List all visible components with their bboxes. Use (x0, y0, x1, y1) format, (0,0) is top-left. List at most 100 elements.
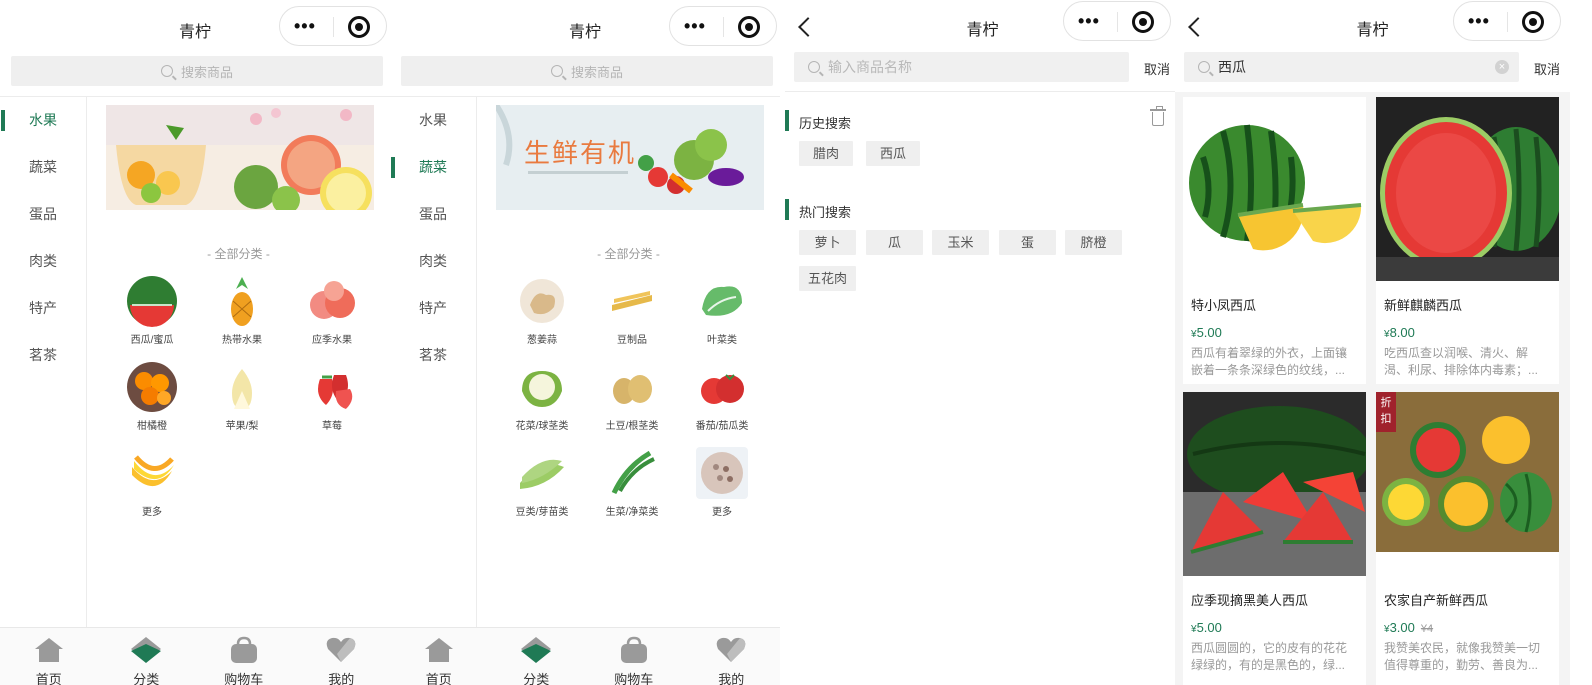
search-input[interactable]: 搜索商品 (11, 56, 383, 86)
category-strawberry[interactable]: 草莓 (287, 361, 377, 432)
product-image (1183, 392, 1366, 576)
sidebar-item-egg[interactable]: 蛋品 (390, 191, 476, 238)
tab-cart[interactable]: 购物车 (195, 628, 293, 685)
search-icon (160, 65, 173, 77)
category-tomato[interactable]: 番茄/茄瓜类 (677, 361, 767, 432)
search-icon (1198, 61, 1210, 73)
results-grid: 特小凤西瓜 ¥5.00 西瓜有着翠绿的外衣，上面镶嵌着一条条深绿色的纹线，...… (1175, 92, 1570, 685)
close-miniprogram-icon[interactable] (1522, 11, 1544, 33)
hot-chip[interactable]: 蛋 (999, 230, 1056, 255)
search-input[interactable]: 搜索商品 (401, 56, 773, 86)
category-watermelon[interactable]: 西瓜/蜜瓜 (107, 275, 197, 346)
menu-capsule[interactable]: ••• (279, 6, 387, 46)
sidebar-item-fruit[interactable]: 水果 (0, 97, 86, 144)
sidebar-item-meat[interactable]: 肉类 (390, 238, 476, 285)
category-potato[interactable]: 土豆/根茎类 (587, 361, 677, 432)
product-card[interactable]: 新鲜麒麟西瓜 ¥8.00 吃西瓜查以润喉、清火、解渴、利尿、排除体内毒素；... (1376, 97, 1559, 384)
close-miniprogram-icon[interactable] (348, 16, 370, 38)
category-tropical[interactable]: 热带水果 (197, 275, 287, 346)
category-more[interactable]: 更多 (677, 447, 767, 518)
category-cauliflower[interactable]: 花菜/球茎类 (497, 361, 587, 432)
category-sidebar: 水果 蔬菜 蛋品 肉类 特产 茗茶 (390, 97, 477, 627)
sidebar-item-specialty[interactable]: 特产 (390, 285, 476, 332)
search-placeholder: 搜索商品 (180, 64, 233, 80)
delete-history-icon[interactable] (1150, 106, 1166, 126)
category-ginger-garlic[interactable]: 葱姜蒜 (497, 275, 587, 346)
tab-category[interactable]: 分类 (488, 628, 586, 685)
category-sidebar: 水果 蔬菜 蛋品 肉类 特产 茗茶 (0, 97, 87, 627)
product-name: 特小凤西瓜 (1191, 298, 1257, 313)
search-input[interactable]: 输入商品名称 (794, 52, 1129, 82)
more-icon[interactable]: ••• (684, 17, 706, 35)
nav-header: 青柠 ••• (785, 0, 1180, 56)
sidebar-item-tea[interactable]: 茗茶 (0, 332, 86, 379)
category-content: 生鲜有机 - 全部分类 - 葱姜蒜 豆制品 叶菜类 花菜/球茎类 土豆/根茎类 … (477, 97, 780, 627)
search-placeholder: 搜索商品 (570, 64, 623, 80)
category-content: - 全部分类 - 西瓜/蜜瓜 热带水果 应季水果 柑橘橙 苹果/梨 草莓 更多 (87, 97, 390, 627)
product-card[interactable]: 应季现摘黑美人西瓜 ¥5.00 西瓜圆圆的，它的皮有的花花绿绿的，有的是黑色的，… (1183, 392, 1366, 685)
cancel-button[interactable]: 取消 (1144, 59, 1170, 78)
tab-home[interactable]: 首页 (390, 628, 488, 685)
product-card[interactable]: 特小凤西瓜 ¥5.00 西瓜有着翠绿的外衣，上面镶嵌着一条条深绿色的纹线，... (1183, 97, 1366, 384)
product-description: 我赞美农民，就像我赞美一切值得尊重的，勤劳、善良为... (1384, 641, 1541, 672)
original-price: ¥4 (1420, 623, 1434, 635)
hot-chip[interactable]: 五花肉 (799, 266, 856, 291)
tab-cart[interactable]: 购物车 (585, 628, 683, 685)
category-screen-vegetable: 青柠 ••• 搜索商品 水果 蔬菜 蛋品 肉类 特产 茗茶 生鲜有机 - 全部分… (390, 0, 780, 685)
tab-bar: 首页 分类 购物车 我的 (0, 627, 390, 685)
tab-mine[interactable]: 我的 (683, 628, 781, 685)
tab-home[interactable]: 首页 (0, 628, 98, 685)
search-placeholder: 输入商品名称 (828, 59, 912, 75)
search-icon (808, 61, 820, 73)
category-more[interactable]: 更多 (107, 447, 197, 518)
tab-category[interactable]: 分类 (98, 628, 196, 685)
product-card[interactable]: 折扣 农家自产新鲜西瓜 ¥3.00 ¥4 我赞美农民，就像我赞美一切值得尊重的，勤… (1376, 392, 1559, 685)
vegetable-banner[interactable]: 生鲜有机 (496, 105, 764, 210)
hot-search-title: 热门搜索 (785, 199, 851, 221)
cart-icon (620, 636, 647, 663)
sidebar-item-vegetable[interactable]: 蔬菜 (0, 144, 86, 191)
menu-capsule[interactable]: ••• (669, 6, 777, 46)
category-apple-pear[interactable]: 苹果/梨 (197, 361, 287, 432)
hot-chip[interactable]: 玉米 (932, 230, 989, 255)
profile-icon (326, 637, 356, 662)
category-seasonal[interactable]: 应季水果 (287, 275, 377, 346)
history-chip[interactable]: 腊肉 (799, 141, 854, 166)
sidebar-item-vegetable[interactable]: 蔬菜 (390, 144, 476, 191)
category-citrus[interactable]: 柑橘橙 (107, 361, 197, 432)
home-icon (34, 638, 63, 662)
sidebar-item-fruit[interactable]: 水果 (390, 97, 476, 144)
history-chip[interactable]: 西瓜 (866, 141, 921, 166)
clear-input-icon[interactable]: × (1495, 60, 1509, 74)
category-tofu[interactable]: 豆制品 (587, 275, 677, 346)
more-icon[interactable]: ••• (1468, 12, 1490, 30)
cancel-button[interactable]: 取消 (1534, 59, 1560, 78)
close-miniprogram-icon[interactable] (1132, 11, 1154, 33)
product-image: 折扣 (1376, 392, 1559, 552)
sidebar-item-tea[interactable]: 茗茶 (390, 332, 476, 379)
more-icon[interactable]: ••• (1078, 12, 1100, 30)
sidebar-item-meat[interactable]: 肉类 (0, 238, 86, 285)
menu-capsule[interactable]: ••• (1453, 1, 1561, 41)
more-icon[interactable]: ••• (294, 17, 316, 35)
sidebar-item-specialty[interactable]: 特产 (0, 285, 86, 332)
product-name: 新鲜麒麟西瓜 (1384, 298, 1463, 313)
search-input[interactable]: 西瓜 × (1184, 52, 1519, 82)
hot-chip[interactable]: 瓜 (866, 230, 923, 255)
fruit-banner[interactable] (106, 105, 374, 210)
sidebar-item-egg[interactable]: 蛋品 (0, 191, 86, 238)
search-icon (550, 65, 563, 77)
tab-mine[interactable]: 我的 (293, 628, 391, 685)
close-miniprogram-icon[interactable] (738, 16, 760, 38)
category-beans-sprouts[interactable]: 豆类/芽苗类 (497, 447, 587, 518)
category-leafy[interactable]: 叶菜类 (677, 275, 767, 346)
hot-chip[interactable]: 萝卜 (799, 230, 856, 255)
product-price: ¥8.00 (1384, 325, 1415, 340)
category-lettuce[interactable]: 生菜/净菜类 (587, 447, 677, 518)
hot-chip[interactable]: 脐橙 (1065, 230, 1122, 255)
product-description: 吃西瓜查以润喉、清火、解渴、利尿、排除体内毒素；... (1384, 346, 1539, 377)
home-icon (424, 638, 453, 662)
menu-capsule[interactable]: ••• (1063, 1, 1171, 41)
product-price: ¥5.00 (1191, 325, 1222, 340)
all-categories-title: - 全部分类 - (597, 247, 660, 261)
